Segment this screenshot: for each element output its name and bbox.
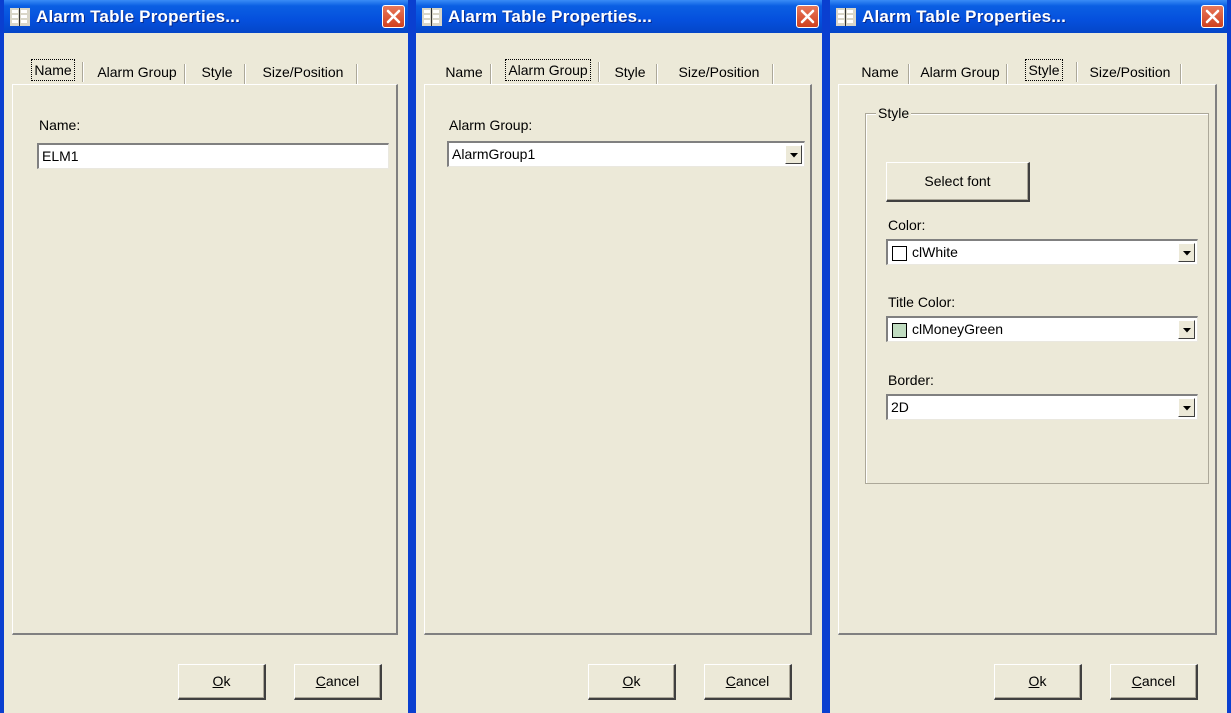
color-value: clWhite — [912, 244, 958, 260]
title-bar[interactable]: Alarm Table Properties... — [830, 0, 1227, 33]
close-icon — [800, 9, 815, 24]
dialog-window-alarm-group-tab: Alarm Table Properties... Name Alarm Gro… — [412, 0, 826, 713]
dropdown-button[interactable] — [1178, 243, 1195, 262]
dialog-client: Name Alarm Group Style Size/Position Nam… — [4, 33, 408, 713]
dropdown-arrow-icon — [1183, 406, 1191, 411]
color-label: Color: — [888, 217, 926, 233]
tab-panel: Alarm Group: AlarmGroup1 — [424, 84, 812, 635]
close-icon — [1205, 9, 1220, 24]
dialog-window-style-tab: Alarm Table Properties... Name Alarm Gro… — [826, 0, 1231, 713]
color-select[interactable]: clWhite — [886, 239, 1198, 265]
border-value: 2D — [891, 399, 909, 415]
color-swatch — [892, 246, 907, 261]
window-title: Alarm Table Properties... — [448, 7, 653, 26]
alarm-group-select[interactable]: AlarmGroup1 — [447, 141, 805, 167]
close-icon — [386, 9, 401, 24]
title-color-swatch — [892, 323, 907, 338]
ok-button[interactable]: Ok — [994, 664, 1082, 700]
tab-panel: Style Select font Color: clWhite Title C… — [838, 84, 1217, 635]
title-color-value: clMoneyGreen — [912, 321, 1004, 337]
ok-button[interactable]: Ok — [178, 664, 266, 700]
dialog-client: Name Alarm Group Style Size/Position Ala… — [416, 33, 822, 713]
tab-size-position[interactable]: Size/Position — [1078, 62, 1182, 84]
alarm-group-label: Alarm Group: — [449, 117, 533, 133]
window-title: Alarm Table Properties... — [36, 7, 241, 26]
app-icon — [422, 8, 442, 26]
tab-alarm-group[interactable]: Alarm Group — [496, 59, 600, 86]
title-bar[interactable]: Alarm Table Properties... — [4, 0, 408, 33]
border-select[interactable]: 2D — [886, 394, 1198, 420]
name-label: Name: — [39, 117, 81, 133]
tab-name[interactable]: Name — [22, 59, 84, 86]
tab-style[interactable]: Style — [602, 62, 658, 84]
alarm-group-value: AlarmGroup1 — [452, 146, 536, 162]
style-group: Style Select font Color: clWhite Title C… — [865, 105, 1209, 484]
cancel-button[interactable]: Cancel — [704, 664, 792, 700]
window-title: Alarm Table Properties... — [862, 7, 1067, 26]
dropdown-button[interactable] — [1178, 398, 1195, 417]
title-color-select[interactable]: clMoneyGreen — [886, 316, 1198, 342]
name-field-value: ELM1 — [42, 148, 79, 164]
select-font-button[interactable]: Select font — [886, 162, 1030, 202]
ok-button[interactable]: Ok — [588, 664, 676, 700]
dialog-client: Name Alarm Group Style Size/Position Sty… — [830, 33, 1227, 713]
cancel-button[interactable]: Cancel — [1110, 664, 1198, 700]
close-button[interactable] — [1201, 5, 1224, 28]
dropdown-button[interactable] — [1178, 320, 1195, 339]
dropdown-arrow-icon — [790, 153, 798, 158]
app-icon — [836, 8, 856, 26]
dropdown-arrow-icon — [1183, 328, 1191, 333]
style-group-title: Style — [876, 105, 912, 121]
tab-panel: Name: ELM1 — [12, 84, 398, 635]
tab-name[interactable]: Name — [436, 62, 492, 84]
app-icon — [10, 8, 30, 26]
close-button[interactable] — [796, 5, 819, 28]
dropdown-button[interactable] — [785, 145, 802, 164]
tab-size-position[interactable]: Size/Position — [664, 62, 774, 84]
name-field[interactable]: ELM1 — [37, 143, 389, 169]
tab-name[interactable]: Name — [850, 62, 910, 84]
tab-style[interactable]: Style — [188, 62, 246, 84]
dialog-window-name-tab: Alarm Table Properties... Name Alarm Gro… — [0, 0, 412, 713]
title-color-label: Title Color: — [888, 294, 956, 310]
tab-alarm-group[interactable]: Alarm Group — [88, 62, 186, 84]
tab-alarm-group[interactable]: Alarm Group — [912, 62, 1008, 84]
dropdown-arrow-icon — [1183, 251, 1191, 256]
tab-style[interactable]: Style — [1010, 59, 1078, 86]
cancel-button[interactable]: Cancel — [294, 664, 382, 700]
border-label: Border: — [888, 372, 934, 388]
title-bar[interactable]: Alarm Table Properties... — [416, 0, 822, 33]
tab-size-position[interactable]: Size/Position — [248, 62, 358, 84]
close-button[interactable] — [382, 5, 405, 28]
